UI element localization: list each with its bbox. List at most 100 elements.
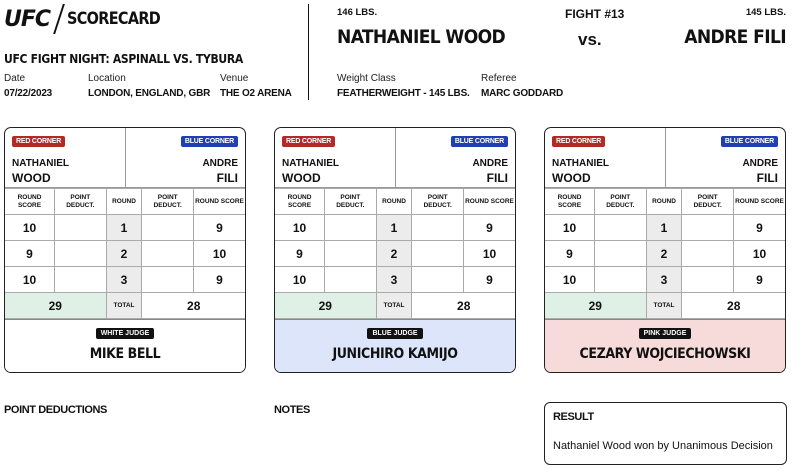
score-table-header: ROUND SCORE POINT DEDUCT. ROUND POINT DE… bbox=[545, 188, 785, 215]
red-point-deduct-header: POINT DEDUCT. bbox=[594, 188, 647, 215]
judge-badge: BLUE JUDGE bbox=[367, 328, 423, 339]
date-value: 07/22/2023 bbox=[4, 88, 53, 99]
red-round-score: 10 bbox=[5, 214, 56, 241]
venue-block: Venue THE O2 ARENA bbox=[220, 73, 292, 99]
blue-first-name: ANDRE bbox=[202, 158, 238, 169]
corner-divider bbox=[395, 128, 396, 188]
red-point-deduct bbox=[54, 266, 107, 293]
round-number: 3 bbox=[105, 266, 143, 293]
referee-block: Referee MARC GODDARD bbox=[481, 73, 563, 99]
blue-corner-fighter: ANDRE FILI bbox=[202, 157, 238, 185]
total-row: 29 TOTAL 28 bbox=[545, 292, 785, 319]
blue-round-score: 9 bbox=[732, 266, 785, 293]
judge-badge: WHITE JUDGE bbox=[95, 328, 155, 339]
header-divider bbox=[308, 4, 309, 100]
notes-heading: NOTES bbox=[274, 404, 310, 416]
judge-name: CEZARY WOJCIECHOWSKI bbox=[579, 346, 751, 362]
corner-header: RED CORNER BLUE CORNER NATHANIEL WOOD AN… bbox=[275, 128, 515, 188]
round-header: ROUND bbox=[375, 188, 413, 215]
blue-round-score: 9 bbox=[462, 266, 515, 293]
red-point-deduct-header: POINT DEDUCT. bbox=[324, 188, 377, 215]
referee-value: MARC GODDARD bbox=[481, 88, 564, 99]
blue-point-deduct bbox=[681, 240, 734, 267]
blue-corner-fighter: ANDRE FILI bbox=[472, 157, 508, 185]
round-number: 1 bbox=[645, 214, 683, 241]
result-title: RESULT bbox=[553, 411, 594, 423]
round-header: ROUND bbox=[645, 188, 683, 215]
red-round-score: 9 bbox=[275, 240, 326, 267]
blue-point-deduct bbox=[141, 214, 194, 241]
round-number: 2 bbox=[645, 240, 683, 267]
blue-point-deduct bbox=[411, 214, 464, 241]
blue-total: 28 bbox=[411, 292, 515, 319]
corner-header: RED CORNER BLUE CORNER NATHANIEL WOOD AN… bbox=[545, 128, 785, 188]
blue-round-score: 10 bbox=[192, 240, 245, 267]
blue-point-deduct-header: POINT DEDUCT. bbox=[681, 188, 734, 215]
round-number: 3 bbox=[645, 266, 683, 293]
referee-label: Referee bbox=[481, 73, 517, 84]
corner-header: RED CORNER BLUE CORNER NATHANIEL WOOD AN… bbox=[5, 128, 245, 188]
blue-round-score-header: ROUND SCORE bbox=[732, 188, 785, 215]
red-total: 29 bbox=[275, 292, 377, 319]
weight-class-value: FEATHERWEIGHT - 145 LBS. bbox=[337, 88, 470, 99]
logo-divider bbox=[53, 4, 65, 34]
round-row: 10 1 9 bbox=[5, 214, 245, 241]
weight-class-block: Weight Class FEATHERWEIGHT - 145 LBS. bbox=[337, 73, 470, 99]
result-box: RESULT Nathaniel Wood won by Unanimous D… bbox=[544, 402, 787, 465]
total-label: TOTAL bbox=[645, 292, 683, 319]
event-name: UFC FIGHT NIGHT: ASPINALL VS. TYBURA bbox=[4, 52, 243, 66]
blue-round-score: 9 bbox=[192, 214, 245, 241]
red-last-name: WOOD bbox=[282, 171, 321, 185]
red-point-deduct bbox=[54, 240, 107, 267]
round-row: 10 3 9 bbox=[545, 266, 785, 293]
red-round-score: 9 bbox=[545, 240, 596, 267]
red-last-name: WOOD bbox=[12, 171, 51, 185]
blue-point-deduct-header: POINT DEDUCT. bbox=[411, 188, 464, 215]
red-first-name: NATHANIEL bbox=[552, 158, 610, 169]
red-point-deduct bbox=[324, 240, 377, 267]
round-row: 10 1 9 bbox=[275, 214, 515, 241]
blue-round-score-header: ROUND SCORE bbox=[192, 188, 245, 215]
red-total: 29 bbox=[5, 292, 107, 319]
round-header: ROUND bbox=[105, 188, 143, 215]
round-number: 2 bbox=[105, 240, 143, 267]
red-round-score-header: ROUND SCORE bbox=[275, 188, 326, 215]
red-corner-fighter: NATHANIEL WOOD bbox=[552, 157, 609, 185]
weight-class-label: Weight Class bbox=[337, 73, 396, 84]
corner-divider bbox=[665, 128, 666, 188]
location-value: LONDON, ENGLAND, GBR bbox=[88, 88, 211, 99]
date-block: Date 07/22/2023 bbox=[4, 73, 52, 99]
vs-label: vs. bbox=[578, 30, 602, 49]
judge-footer: WHITE JUDGE MIKE BELL bbox=[5, 319, 245, 372]
red-point-deduct bbox=[594, 214, 647, 241]
blue-corner-fighter: ANDRE FILI bbox=[742, 157, 778, 185]
point-deductions-heading: POINT DEDUCTIONS bbox=[4, 404, 107, 416]
round-number: 1 bbox=[105, 214, 143, 241]
red-corner-fighter: NATHANIEL WOOD bbox=[12, 157, 69, 185]
judge-scorecard: RED CORNER BLUE CORNER NATHANIEL WOOD AN… bbox=[544, 127, 786, 373]
venue-value: THE O2 ARENA bbox=[220, 88, 292, 99]
red-round-score-header: ROUND SCORE bbox=[545, 188, 596, 215]
blue-round-score: 9 bbox=[732, 214, 785, 241]
brand-mark: UFC bbox=[4, 6, 51, 32]
blue-corner-badge: BLUE CORNER bbox=[720, 136, 778, 147]
total-row: 29 TOTAL 28 bbox=[275, 292, 515, 319]
judge-scorecard: RED CORNER BLUE CORNER NATHANIEL WOOD AN… bbox=[4, 127, 246, 373]
blue-weight: 145 LBS. bbox=[745, 7, 786, 18]
blue-last-name: FILI bbox=[486, 171, 508, 185]
blue-fighter-name: ANDRE FILI bbox=[684, 26, 786, 48]
blue-corner-badge: BLUE CORNER bbox=[450, 136, 508, 147]
red-last-name: WOOD bbox=[552, 171, 591, 185]
score-table: ROUND SCORE POINT DEDUCT. ROUND POINT DE… bbox=[5, 188, 245, 319]
red-round-score: 10 bbox=[545, 266, 596, 293]
blue-point-deduct bbox=[681, 266, 734, 293]
red-first-name: NATHANIEL bbox=[282, 158, 340, 169]
page-title: SCORECARD bbox=[67, 9, 161, 29]
blue-corner-badge: BLUE CORNER bbox=[180, 136, 238, 147]
round-row: 10 3 9 bbox=[5, 266, 245, 293]
score-table-header: ROUND SCORE POINT DEDUCT. ROUND POINT DE… bbox=[5, 188, 245, 215]
judge-badge: PINK JUDGE bbox=[638, 328, 692, 339]
date-label: Date bbox=[4, 73, 26, 84]
red-round-score: 10 bbox=[275, 214, 326, 241]
red-first-name: NATHANIEL bbox=[12, 158, 70, 169]
